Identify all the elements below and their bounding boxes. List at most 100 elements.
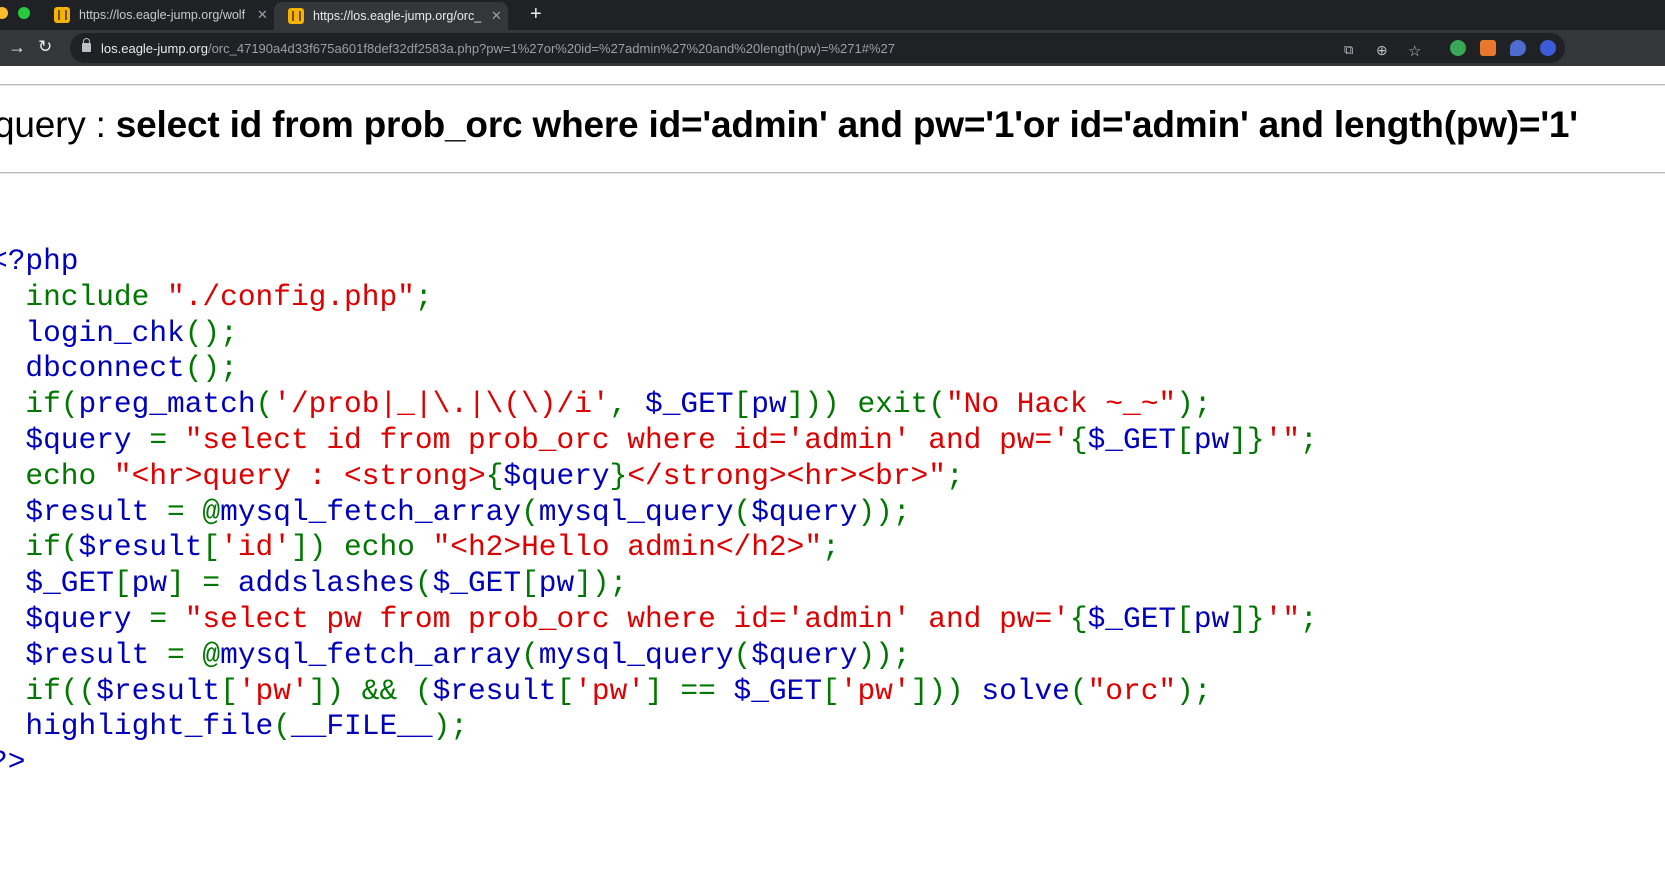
code-token: ])) bbox=[910, 673, 982, 708]
code-token: )); bbox=[857, 637, 911, 672]
code-line: if(($result['pw']) && ($result['pw'] == … bbox=[0, 674, 1318, 710]
code-token: { bbox=[1069, 601, 1088, 636]
code-token: ( bbox=[733, 637, 752, 672]
code-token: $_GET bbox=[645, 387, 734, 422]
code-token: $result bbox=[432, 673, 557, 708]
address-bar[interactable]: los.eagle-jump.org/orc_47190a4d33f675a60… bbox=[70, 33, 1565, 63]
code-line: $result = @mysql_fetch_array(mysql_query… bbox=[0, 638, 1318, 674]
code-line: $_GET[pw] = addslashes($_GET[pw]); bbox=[0, 566, 1318, 602]
code-token: )); bbox=[857, 494, 911, 529]
code-line: dbconnect(); bbox=[0, 351, 1318, 387]
code-token: 'id' bbox=[220, 530, 291, 565]
code-token: <?php bbox=[0, 244, 79, 278]
new-tab-button[interactable]: + bbox=[530, 3, 542, 26]
tab-orc[interactable]: https://los.eagle-jump.org/orc_ ✕ bbox=[274, 2, 508, 30]
code-token: ] == bbox=[645, 673, 734, 708]
code-token: (); bbox=[184, 351, 238, 386]
query-text: select id from prob_orc where id='admin'… bbox=[115, 104, 1578, 145]
code-token: $_GET bbox=[0, 566, 114, 601]
url-host: los.eagle-jump.org bbox=[101, 41, 208, 56]
tab-wolf[interactable]: https://los.eagle-jump.org/wolf ✕ bbox=[40, 0, 272, 30]
code-token: '" bbox=[1264, 422, 1301, 457]
code-token: ( bbox=[733, 494, 752, 529]
code-token: 'pw' bbox=[237, 673, 309, 708]
code-token: $query bbox=[0, 601, 150, 636]
code-token: [ bbox=[113, 566, 132, 601]
code-token: [ bbox=[521, 566, 539, 601]
code-token: = @ bbox=[167, 494, 221, 529]
zoom-icon[interactable]: ⊕ bbox=[1376, 42, 1388, 59]
code-token: 'pw' bbox=[574, 673, 646, 708]
minimize-window-button[interactable] bbox=[0, 7, 8, 19]
code-token: solve bbox=[981, 673, 1070, 708]
code-line: ?> bbox=[0, 745, 1318, 781]
code-token: , bbox=[609, 387, 646, 422]
maximize-window-button[interactable] bbox=[18, 7, 30, 19]
code-token: [ bbox=[733, 387, 752, 422]
back-icon[interactable]: → bbox=[8, 37, 26, 58]
code-token: $query bbox=[503, 458, 610, 493]
php-source-code: <?php include "./config.php"; login_chk(… bbox=[0, 244, 1318, 781]
code-token: pw bbox=[751, 387, 787, 422]
profile-icon[interactable] bbox=[1540, 40, 1556, 56]
code-token: ); bbox=[1176, 387, 1212, 422]
code-token: ); bbox=[432, 709, 468, 744]
code-token: ]) echo bbox=[290, 530, 433, 565]
code-token: ( bbox=[521, 494, 539, 529]
bookmark-star-icon[interactable]: ☆ bbox=[1408, 42, 1421, 60]
tab-title: https://los.eagle-jump.org/orc_ bbox=[313, 9, 482, 23]
code-token: if( bbox=[25, 530, 79, 565]
code-token: mysql_query bbox=[538, 494, 734, 529]
extension-icon[interactable] bbox=[1480, 40, 1496, 56]
code-token: $query bbox=[751, 494, 858, 529]
code-token: $_GET bbox=[1087, 422, 1177, 457]
code-token: = @ bbox=[167, 637, 221, 672]
code-token: echo bbox=[0, 458, 114, 493]
code-token: ]) && ( bbox=[308, 673, 433, 708]
query-output: query : select id from prob_orc where id… bbox=[0, 104, 1578, 146]
code-token: ( bbox=[273, 709, 291, 744]
code-token: ); bbox=[1176, 673, 1212, 708]
code-token: ]} bbox=[1229, 422, 1265, 457]
translate-icon[interactable]: ⧉ bbox=[1344, 42, 1353, 58]
code-token: = bbox=[149, 422, 185, 457]
code-token: = bbox=[149, 601, 185, 636]
code-token: { bbox=[1069, 422, 1088, 457]
shield-extension-icon[interactable] bbox=[1510, 40, 1526, 56]
reload-icon[interactable]: ↻ bbox=[38, 37, 52, 57]
code-token: </strong><hr><br>" bbox=[627, 458, 946, 493]
code-token: preg_match bbox=[78, 387, 256, 422]
code-line: highlight_file(__FILE__); bbox=[0, 709, 1318, 745]
code-token: '/prob|_|\.|\(\)/i' bbox=[273, 387, 610, 422]
code-token: [ bbox=[220, 673, 238, 708]
code-token: include bbox=[0, 279, 168, 314]
code-token: "orc" bbox=[1087, 673, 1177, 708]
code-token: if(( bbox=[0, 673, 97, 708]
top-divider bbox=[0, 84, 1665, 86]
code-token: [ bbox=[1176, 422, 1194, 457]
code-token: } bbox=[609, 458, 628, 493]
code-line: $result = @mysql_fetch_array(mysql_query… bbox=[0, 495, 1318, 531]
code-token: ; bbox=[1300, 601, 1318, 636]
code-token: $query bbox=[0, 422, 150, 457]
code-token: pw bbox=[131, 566, 168, 601]
close-icon[interactable]: ✕ bbox=[257, 7, 268, 23]
code-token: $query bbox=[751, 637, 858, 672]
code-token: "select pw from prob_orc where id='admin… bbox=[184, 601, 1070, 636]
code-token: pw bbox=[538, 566, 575, 601]
code-token: $_GET bbox=[1087, 601, 1177, 636]
code-token: [ bbox=[202, 530, 221, 565]
code-token: addslashes bbox=[237, 566, 415, 601]
bottom-divider bbox=[0, 172, 1665, 174]
code-token: [ bbox=[1176, 601, 1194, 636]
evernote-icon[interactable] bbox=[1450, 40, 1466, 56]
code-token: ]} bbox=[1229, 601, 1265, 636]
code-token: [ bbox=[822, 673, 840, 708]
code-line: if($result['id']) echo "<h2>Hello admin<… bbox=[0, 530, 1318, 566]
code-token: $_GET bbox=[733, 673, 823, 708]
close-icon[interactable]: ✕ bbox=[491, 8, 502, 24]
url-text: los.eagle-jump.org/orc_47190a4d33f675a60… bbox=[101, 41, 895, 56]
code-token: "<h2>Hello admin</h2>" bbox=[432, 530, 823, 565]
code-token: ])) exit( bbox=[786, 387, 946, 422]
url-path: /orc_47190a4d33f675a601f8def32df2583a.ph… bbox=[207, 41, 895, 56]
